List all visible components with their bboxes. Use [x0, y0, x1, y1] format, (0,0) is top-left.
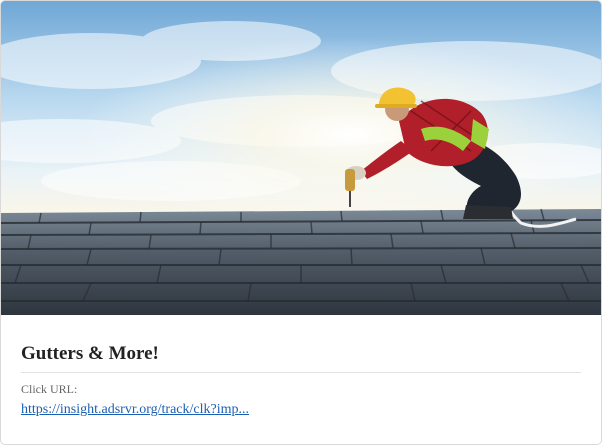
click-url-link[interactable]: https://insight.adsrvr.org/track/clk?imp… [21, 401, 249, 419]
click-url-label: Click URL: [21, 382, 78, 396]
ad-card: Gutters & More! Click URL: https://insig… [0, 0, 602, 445]
hero-image[interactable] [1, 1, 601, 315]
ad-title: Gutters & More! [21, 343, 159, 364]
roofer-photo [1, 1, 601, 315]
ad-body: Gutters & More! Click URL: https://insig… [21, 319, 581, 419]
divider [21, 372, 581, 373]
